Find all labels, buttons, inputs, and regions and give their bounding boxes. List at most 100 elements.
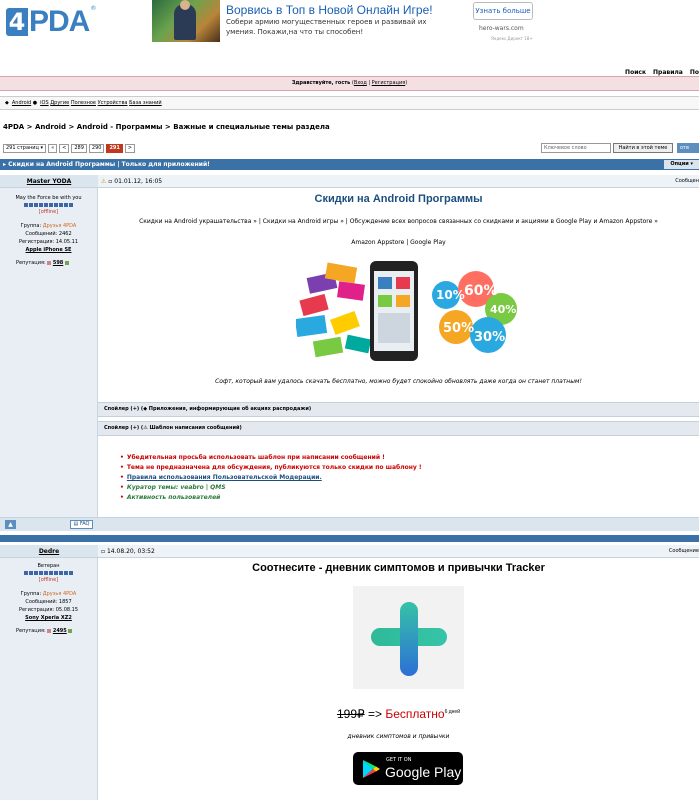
post1-links[interactable]: Скидки на Android украшательства » | Ски…	[98, 218, 699, 225]
post1-rep-value[interactable]: 598	[53, 260, 63, 266]
platform-ios[interactable]: iOS	[40, 100, 49, 106]
scroll-up-button[interactable]: ▲	[5, 520, 16, 529]
pages-total: 291 страниц	[6, 145, 39, 151]
svg-text:10%: 10%	[436, 288, 465, 302]
post1-stores[interactable]: Amazon Appstore | Google Play	[98, 239, 699, 246]
discount-collage-image: 10% 60% 40% 50% 30%	[296, 261, 517, 361]
page-current[interactable]: 291	[106, 144, 123, 153]
reply-button[interactable]: отв	[677, 143, 699, 153]
spoiler-apps[interactable]: Спойлер (+) (◆ Приложения, информирующие…	[98, 402, 699, 417]
post2-messages: Сообщений: 1857	[25, 599, 72, 605]
post1-username[interactable]: Master YODA	[0, 175, 98, 188]
google-play-button[interactable]: GET IT ON Google Play	[353, 752, 463, 785]
page-next[interactable]: >	[124, 144, 136, 153]
rule-activity[interactable]: Активность пользователей	[120, 493, 422, 503]
login-link[interactable]: Вход	[354, 80, 367, 86]
post1-messages: Сообщений: 2462	[25, 231, 72, 237]
ad-learn-more-button[interactable]: Узнать больше	[473, 2, 533, 20]
ad-title[interactable]: Ворвись в Топ в Новой Онлайн Игре!	[226, 3, 433, 17]
post2-reputation: Репутация: 2495	[0, 628, 97, 634]
svg-text:40%: 40%	[490, 303, 516, 316]
svg-text:50%: 50%	[443, 321, 474, 336]
rep-minus-icon[interactable]	[47, 260, 52, 265]
rep-label: Репутация:	[16, 260, 46, 266]
svg-text:60%: 60%	[464, 283, 498, 299]
post2-device[interactable]: Sony Xperia XZ2	[25, 615, 72, 621]
post1-group-label: Группа:	[20, 223, 42, 229]
plus-icon	[371, 602, 447, 676]
gp-small-text: GET IT ON	[386, 757, 412, 763]
post2-rep-value[interactable]: 2495	[53, 628, 67, 634]
post2-online-status: [offline]	[38, 577, 59, 583]
topic-search-input[interactable]: Ключевое слово	[541, 143, 611, 153]
welcome-bar: Здравствуйте, гость (Вход | Регистрация)	[0, 76, 699, 91]
page-289[interactable]: 289	[71, 144, 87, 153]
nav-more[interactable]: По	[690, 69, 699, 76]
welcome-greeting: Здравствуйте, гость	[291, 80, 351, 86]
post2-subtitle: дневник симптомов и привычки	[347, 733, 450, 740]
post2-rank-stars	[0, 571, 97, 575]
ad-note: Яндекс.Директ 18+	[491, 36, 533, 41]
nav-rules[interactable]: Правила	[653, 69, 683, 76]
app-icon-image[interactable]	[353, 586, 464, 689]
post1-device[interactable]: Apple iPhone SE	[26, 247, 72, 253]
ad-hero-head	[180, 0, 190, 10]
page-prev[interactable]: <	[59, 144, 70, 153]
post1-label[interactable]: Сообщен	[675, 175, 699, 188]
post1-title: Скидки на Android Программы	[314, 193, 483, 205]
site-header: 4 PDA ® Ворвись в Топ в Новой Онлайн Игр…	[0, 0, 699, 48]
post2-registered: Регистрация: 05.08.15	[18, 607, 79, 613]
post2-label[interactable]: Сообщение	[669, 545, 699, 558]
platform-android[interactable]: Android	[12, 100, 31, 106]
post-divider	[0, 535, 699, 542]
post1-date: 01.01.12, 16:05	[114, 178, 163, 185]
post1-rules: Убедительная просьба использовать шаблон…	[120, 453, 422, 503]
page-290[interactable]: 290	[88, 144, 105, 153]
faq-button[interactable]: ▤ FAQ	[70, 520, 93, 529]
options-button[interactable]: Опции ▾	[664, 160, 699, 169]
post1-header: ⚠ ▫ 01.01.12, 16:05 Сообщен	[98, 175, 699, 188]
post1-registered: Регистрация: 14.05.11	[18, 239, 79, 245]
ad-body: Собери армию могущественных героев и раз…	[226, 18, 427, 36]
rep-label: Репутация:	[16, 628, 46, 634]
topic-search-button[interactable]: Найти в этой теме	[613, 143, 673, 153]
post2-group: Друзья 4PDA	[42, 591, 77, 597]
faq-label: FAQ	[79, 521, 90, 527]
nav-search[interactable]: Поиск	[625, 69, 646, 76]
rule-moderation-text[interactable]: Правила использования Пользовательской М…	[127, 474, 322, 481]
top-nav: Поиск Правила По	[625, 69, 699, 76]
platform-useful[interactable]: Полезное	[71, 100, 96, 106]
free-label: Бесплатно	[385, 707, 445, 721]
post2-namebar: Dedre	[0, 545, 98, 558]
topic-title: Скидки на Android Программы | Только для…	[8, 161, 210, 168]
post2-group-label: Группа:	[20, 591, 42, 597]
rep-plus-icon[interactable]	[64, 260, 69, 265]
gp-big-text: Google Play	[385, 764, 462, 780]
rule-curator[interactable]: Куратор темы: veabro | QMS	[120, 483, 422, 493]
platform-other[interactable]: Другие	[50, 100, 69, 106]
post2-title: Соотнесите - дневник симптомов и привычк…	[252, 562, 545, 574]
spoiler-template[interactable]: Спойлер (+) (⚠ Шаблон написания сообщени…	[98, 421, 699, 436]
post2-user-panel: Ветеран [offline] Группа: Друзья 4PDA Со…	[0, 558, 98, 800]
pages-dropdown[interactable]: 291 страниц ▾	[3, 144, 47, 153]
rep-plus-icon[interactable]	[68, 628, 73, 633]
site-logo[interactable]: 4 PDA ®	[6, 5, 96, 39]
ad-domain[interactable]: hero-wars.com	[479, 25, 524, 32]
platform-knowledge[interactable]: База знаний	[129, 100, 162, 106]
post1-group: Друзья 4PDA	[42, 223, 77, 229]
android-icon: ◆	[5, 100, 9, 106]
post2-user-status: Ветеран	[37, 563, 60, 569]
rep-minus-icon[interactable]	[47, 628, 52, 633]
ad-image[interactable]	[152, 0, 220, 42]
price-arrow: =>	[364, 707, 386, 721]
breadcrumb[interactable]: 4PDA > Android > Android - Программы > В…	[3, 123, 330, 131]
rule-moderation-link[interactable]: Правила использования Пользовательской М…	[120, 473, 422, 483]
google-play-icon	[363, 760, 380, 778]
platform-devices[interactable]: Устройства	[98, 100, 128, 106]
page-first[interactable]: «	[48, 144, 58, 153]
post2-username[interactable]: Dedre	[0, 545, 98, 558]
register-link[interactable]: Регистрация	[372, 80, 406, 86]
post1-namebar: Master YODA	[0, 175, 98, 188]
rule-no-discussion: Тема не предназначена для обсуждения, пу…	[120, 463, 422, 473]
old-price: 199₽	[336, 707, 365, 721]
